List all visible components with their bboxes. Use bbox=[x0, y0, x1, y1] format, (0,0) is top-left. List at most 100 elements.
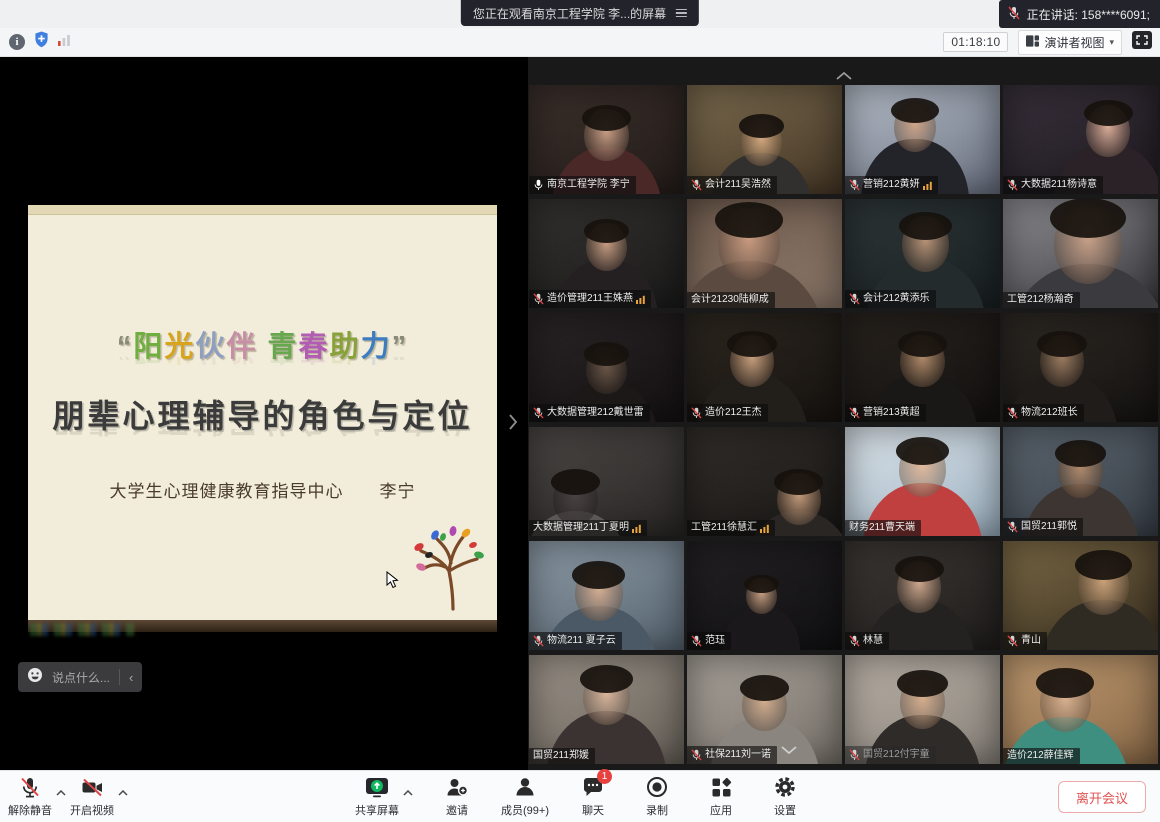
mic-muted-icon bbox=[1007, 179, 1018, 191]
unmute-button[interactable]: 解除静音 bbox=[8, 775, 52, 818]
participant-tile[interactable]: 大数据211杨诗意 bbox=[1003, 85, 1158, 194]
signal-bars-icon bbox=[760, 524, 769, 533]
divider bbox=[119, 669, 120, 685]
mouse-cursor bbox=[386, 571, 399, 594]
security-shield-icon[interactable] bbox=[34, 31, 49, 53]
participant-name-label: 大数据管理212戴世雷 bbox=[529, 404, 650, 422]
participant-name-label: 范珏 bbox=[687, 632, 731, 650]
fullscreen-button[interactable] bbox=[1132, 31, 1152, 54]
apps-button[interactable]: 应用 bbox=[701, 775, 741, 818]
participant-tile[interactable]: 国贸211郑媛 bbox=[529, 655, 684, 764]
mic-on-icon bbox=[533, 179, 544, 191]
view-mode-label: 演讲者视图 bbox=[1044, 34, 1104, 51]
unmute-label: 解除静音 bbox=[8, 802, 52, 818]
participant-name: 物流212班长 bbox=[1021, 408, 1078, 418]
participant-name: 造价212薛佳辉 bbox=[1007, 751, 1074, 761]
person-hair bbox=[551, 469, 601, 495]
layout-grid-icon bbox=[1026, 35, 1039, 50]
banner-menu-icon[interactable] bbox=[676, 9, 687, 18]
emoji-icon[interactable] bbox=[27, 667, 43, 688]
slide-title-reflection: “阳光伙伴 青春助力” bbox=[28, 357, 497, 373]
participant-name: 营销213黄超 bbox=[863, 408, 920, 418]
participant-name-label: 社保211刘一诺 bbox=[687, 746, 777, 764]
settings-label: 设置 bbox=[774, 802, 796, 818]
participant-tile[interactable]: 工管211徐慧汇 bbox=[687, 427, 842, 536]
participant-name: 财务211曹天端 bbox=[849, 523, 915, 533]
mic-muted-icon bbox=[533, 635, 544, 647]
chevron-left-icon[interactable]: ‹ bbox=[129, 670, 133, 685]
slide-subtitle-reflection: 朋辈心理辅导的角色与定位 bbox=[28, 429, 497, 445]
participant-tile[interactable]: 大数据管理211丁夏明 bbox=[529, 427, 684, 536]
participant-tile[interactable]: 营销213黄超 bbox=[845, 313, 1000, 422]
mic-muted-icon bbox=[849, 293, 860, 305]
watching-banner[interactable]: 您正在观看南京工程学院 李...的屏幕 bbox=[461, 0, 699, 26]
mic-options-caret[interactable] bbox=[56, 783, 66, 801]
speaking-indicator-text: 正在讲话: 158****6091; bbox=[1027, 6, 1150, 23]
share-options-caret[interactable] bbox=[403, 783, 413, 801]
participant-tile[interactable]: 大数据管理212戴世雷 bbox=[529, 313, 684, 422]
participant-tile[interactable]: 物流211 夏子云 bbox=[529, 541, 684, 650]
mic-muted-icon bbox=[1007, 635, 1018, 647]
participant-tile[interactable]: 社保211刘一诺 bbox=[687, 655, 842, 764]
meeting-info-icon[interactable]: i bbox=[9, 34, 25, 50]
members-label: 成员(99+) bbox=[501, 802, 549, 818]
start-video-button[interactable]: 开启视频 bbox=[70, 775, 114, 818]
participant-tile[interactable]: 财务211曹天端 bbox=[845, 427, 1000, 536]
person-hair bbox=[715, 202, 784, 238]
participant-tile[interactable]: 范珏 bbox=[687, 541, 842, 650]
panel-collapse-chevron[interactable] bbox=[508, 413, 518, 436]
participant-tile[interactable]: 物流212班长 bbox=[1003, 313, 1158, 422]
participant-name-label: 大数据211杨诗意 bbox=[1003, 176, 1103, 194]
network-signal-icon[interactable] bbox=[58, 33, 71, 51]
participant-name-label: 南京工程学院 李宁 bbox=[529, 176, 636, 194]
participant-tile[interactable]: 林慧 bbox=[845, 541, 1000, 650]
chat-input-placeholder: 说点什么... bbox=[52, 669, 110, 686]
invite-button[interactable]: 邀请 bbox=[437, 775, 477, 818]
mic-muted-icon bbox=[1008, 6, 1020, 23]
participant-tile[interactable]: 会计21230陆柳成 bbox=[687, 199, 842, 308]
chat-bubble-icon: 1 bbox=[582, 775, 604, 799]
video-watermark bbox=[30, 623, 134, 636]
members-icon bbox=[514, 775, 536, 799]
members-button[interactable]: 成员(99+) bbox=[501, 775, 549, 818]
participant-tile[interactable]: 会计211吴浩然 bbox=[687, 85, 842, 194]
view-mode-button[interactable]: 演讲者视图 ▾ bbox=[1018, 30, 1122, 55]
person-hair bbox=[727, 331, 777, 357]
scroll-down-chevron[interactable] bbox=[781, 741, 797, 759]
participant-tile[interactable]: 工管212杨瀚奇 bbox=[1003, 199, 1158, 308]
video-options-caret[interactable] bbox=[118, 783, 128, 801]
quick-chat-input[interactable]: 说点什么... ‹ bbox=[18, 662, 142, 692]
participant-name: 大数据211杨诗意 bbox=[1021, 180, 1097, 190]
settings-button[interactable]: 设置 bbox=[765, 775, 805, 818]
participant-name: 青山 bbox=[1021, 636, 1041, 646]
participant-tile[interactable]: 会计212黄添乐 bbox=[845, 199, 1000, 308]
participant-name-label: 物流212班长 bbox=[1003, 404, 1084, 422]
participant-name: 大数据管理212戴世雷 bbox=[547, 408, 644, 418]
participant-name-label: 林慧 bbox=[845, 632, 889, 650]
person-hair bbox=[1055, 440, 1106, 467]
participant-tile[interactable]: 青山 bbox=[1003, 541, 1158, 650]
record-button[interactable]: 录制 bbox=[637, 775, 677, 818]
participant-tile[interactable]: 营销212黄妍 bbox=[845, 85, 1000, 194]
participant-name-label: 大数据管理211丁夏明 bbox=[529, 520, 647, 536]
participant-name-label: 工管211徐慧汇 bbox=[687, 520, 775, 536]
participant-name-label: 工管212杨瀚奇 bbox=[1003, 292, 1080, 308]
share-screen-button[interactable]: 共享屏幕 bbox=[355, 775, 399, 818]
participant-tile[interactable]: 造价管理211王姝燕 bbox=[529, 199, 684, 308]
mic-muted-icon bbox=[849, 749, 860, 761]
participant-tile[interactable]: 造价212王杰 bbox=[687, 313, 842, 422]
person-hair bbox=[898, 331, 948, 357]
chat-button[interactable]: 1 聊天 bbox=[573, 775, 613, 818]
participant-tile[interactable]: 南京工程学院 李宁 bbox=[529, 85, 684, 194]
mic-muted-icon bbox=[849, 407, 860, 419]
apps-grid-icon bbox=[711, 775, 732, 799]
participant-tile[interactable]: 造价212薛佳辉 bbox=[1003, 655, 1158, 764]
slide-byline: 大学生心理健康教育指导中心 李宁 bbox=[28, 477, 497, 502]
participant-tile[interactable]: 国贸211郭悦 bbox=[1003, 427, 1158, 536]
participant-tile[interactable]: 国贸212付宇童 bbox=[845, 655, 1000, 764]
person-hair bbox=[774, 469, 824, 495]
leave-meeting-button[interactable]: 离开会议 bbox=[1058, 781, 1146, 813]
scroll-up-chevron[interactable] bbox=[836, 67, 852, 85]
participant-name: 南京工程学院 李宁 bbox=[547, 180, 630, 190]
person-hair bbox=[896, 437, 949, 465]
